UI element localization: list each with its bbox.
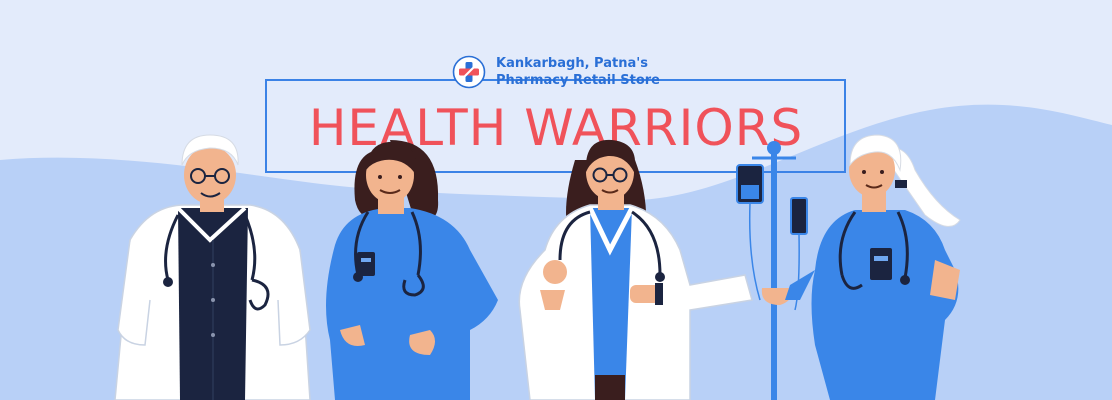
female-doctor <box>518 139 753 400</box>
senior-female-nurse <box>785 134 961 400</box>
female-nurse <box>326 140 498 400</box>
banner: Kankarbagh, Patna's Pharmacy Retail Stor… <box>0 0 1112 400</box>
health-workers-illustration <box>114 134 961 400</box>
iv-drip-stand <box>736 141 808 400</box>
senior-male-doctor <box>114 134 311 400</box>
